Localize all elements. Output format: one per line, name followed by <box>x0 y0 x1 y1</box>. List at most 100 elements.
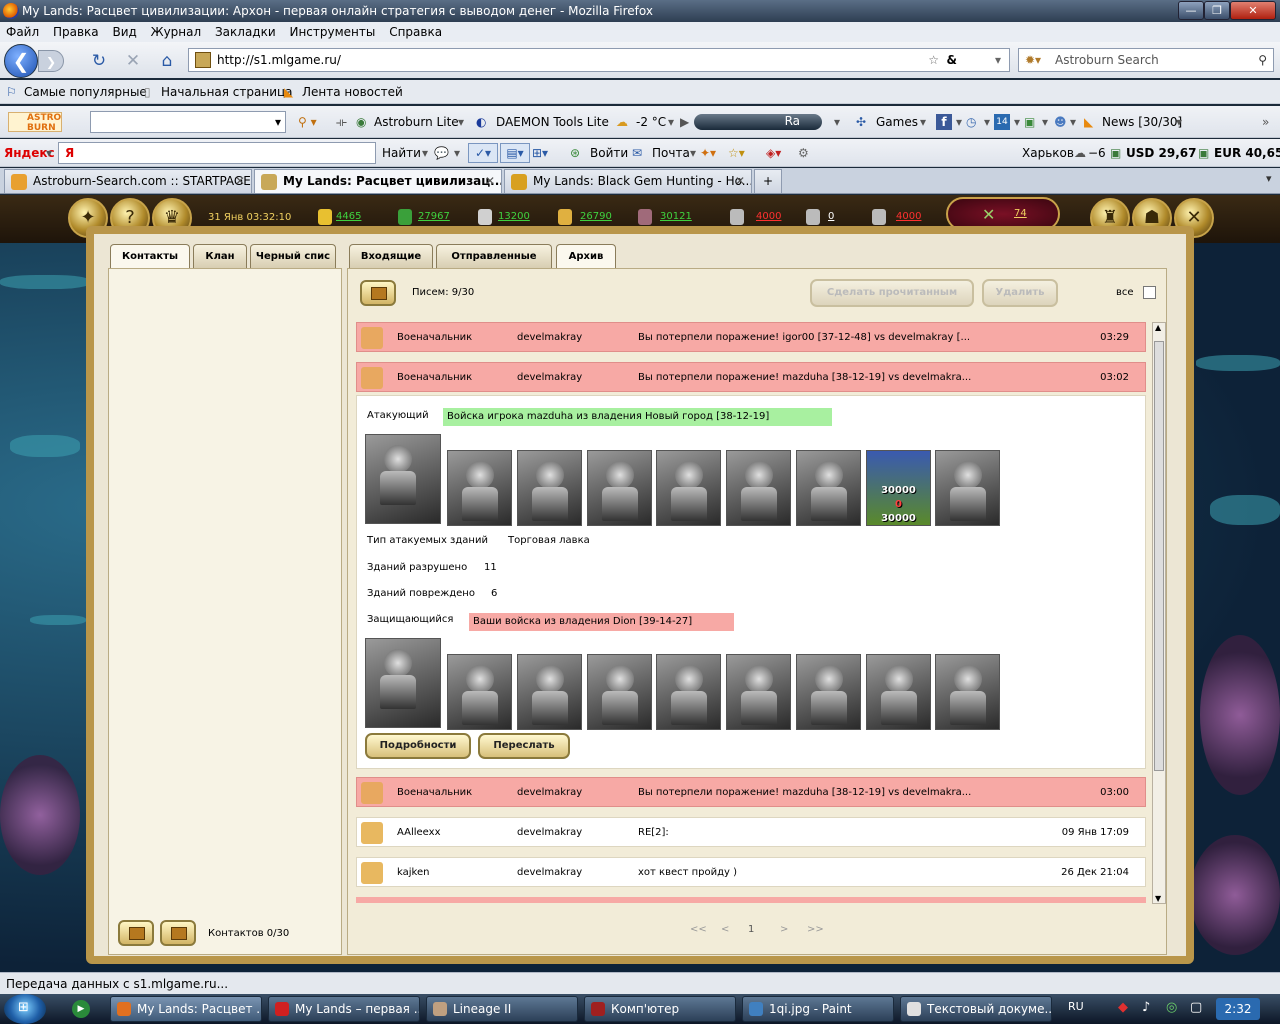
tray-network-icon[interactable]: ◆ <box>1118 1000 1128 1015</box>
toolbar-overflow-icon[interactable]: » <box>1262 106 1269 138</box>
attacker-unit[interactable] <box>726 450 791 526</box>
archive-chest-button[interactable] <box>360 280 396 306</box>
message-row[interactable]: Военачальник develmakray Вы потерпели по… <box>356 322 1165 352</box>
defender-unit[interactable] <box>935 654 1000 730</box>
tab-black-gem[interactable]: My Lands: Black Gem Hunting - Ho... ✕ <box>504 169 752 193</box>
chat-dropdown-icon[interactable]: ▾ <box>454 139 460 167</box>
message-row[interactable]: kajken develmakray хот квест пройду ) 26… <box>356 857 1165 887</box>
news-button[interactable]: News [30/30] <box>1102 106 1182 138</box>
minimize-button[interactable]: — <box>1178 1 1204 20</box>
taskbar-item-computer[interactable]: Комп'ютер <box>584 996 736 1022</box>
clock-icon[interactable]: ◷ <box>966 106 976 138</box>
widget-icon[interactable]: ◈▾ <box>766 139 781 167</box>
clock-dropdown-icon[interactable]: ▾ <box>984 106 990 138</box>
bookmark-popular[interactable]: Самые популярные <box>24 80 147 104</box>
tray-volume-icon[interactable]: ♪ <box>1142 1000 1150 1015</box>
news-dropdown-icon[interactable]: ▾ <box>1176 106 1182 138</box>
menu-view[interactable]: Вид <box>112 25 136 39</box>
temperature-text[interactable]: -2 °C <box>636 106 666 138</box>
favorites-star-icon[interactable]: ☆▾ <box>728 139 745 167</box>
new-tab-button[interactable]: + <box>754 169 782 193</box>
find-button[interactable]: Найти <box>382 139 421 167</box>
astroburn-logo[interactable]: ASTRO BURN <box>8 112 62 133</box>
attacker-unit[interactable] <box>587 450 652 526</box>
taskbar-item-opera[interactable]: My Lands – первая ... <box>268 996 420 1022</box>
contact-chest-button[interactable] <box>160 920 196 946</box>
eur-rate[interactable]: EUR 40,65 <box>1214 139 1280 167</box>
tab-contacts[interactable]: Контакты <box>110 244 190 270</box>
select-all-checkbox[interactable] <box>1143 286 1156 299</box>
resource-gold[interactable]: 4465 <box>336 211 361 222</box>
daemon-tools-button[interactable]: DAEMON Tools Lite <box>496 106 609 138</box>
defender-unit[interactable] <box>447 654 512 730</box>
taskbar-item-lineage[interactable]: Lineage II <box>426 996 578 1022</box>
taskbar-item-paint[interactable]: 1qi.jpg - Paint <box>742 996 894 1022</box>
scroll-down-icon[interactable]: ▼ <box>1155 894 1161 903</box>
radio-dropdown-icon[interactable]: ▾ <box>834 106 840 138</box>
start-button[interactable]: ⊞ <box>4 994 46 1024</box>
messenger-dropdown-icon[interactable]: ▾ <box>1070 106 1076 138</box>
attacker-emblem[interactable] <box>365 434 441 524</box>
radio-play-icon[interactable]: ▶ <box>680 106 689 138</box>
toolbar-search-icon[interactable]: ⚲ ▾ <box>298 106 317 138</box>
delete-button[interactable]: Удалить <box>982 279 1058 307</box>
attacker-hero-unit[interactable]: 30000 0 30000 <box>866 450 931 526</box>
usd-rate[interactable]: USD 29,67 <box>1126 139 1196 167</box>
bonus-icon[interactable]: ✦▾ <box>700 139 716 167</box>
taskbar-clock[interactable]: 2:32 <box>1216 998 1260 1020</box>
ampersand-icon[interactable]: & <box>947 49 957 71</box>
calendar-dropdown-icon[interactable]: ▾ <box>1014 106 1020 138</box>
layout-icon[interactable]: ⊞▾ <box>532 139 548 167</box>
resource-grain[interactable]: 26790 <box>580 211 612 222</box>
pager-next[interactable]: > <box>780 924 788 935</box>
taskbar-item-notepad[interactable]: Текстовый докуме... <box>900 996 1052 1022</box>
games-dropdown-icon[interactable]: ▾ <box>920 106 926 138</box>
login-button[interactable]: Войти <box>590 139 628 167</box>
attacker-unit[interactable] <box>517 450 582 526</box>
window-title-bar[interactable]: My Lands: Расцвет цивилизации: Архон - п… <box>0 0 1280 22</box>
bookmark-news-feed[interactable]: Лента новостей <box>302 80 403 104</box>
city-temperature[interactable]: −6 <box>1088 139 1106 167</box>
notes-icon[interactable]: ▣ <box>1024 106 1035 138</box>
details-button[interactable]: Подробности <box>365 733 471 759</box>
mail-scrollbar[interactable]: ▲ ▼ <box>1152 322 1166 904</box>
back-button[interactable]: ❮ <box>4 44 38 78</box>
defender-unit[interactable] <box>726 654 791 730</box>
mark-read-button[interactable]: Сделать прочитанным <box>810 279 974 307</box>
tab-list-icon[interactable]: ▾ <box>1266 172 1272 185</box>
maximize-button[interactable]: ❐ <box>1204 1 1230 20</box>
defender-emblem[interactable] <box>365 638 441 728</box>
mail-dropdown-icon[interactable]: ▾ <box>690 139 696 167</box>
message-row-expanded[interactable]: Военачальник develmakray Вы потерпели по… <box>356 362 1165 392</box>
facebook-icon[interactable]: f <box>936 114 952 130</box>
close-window-button[interactable]: ✕ <box>1230 1 1276 20</box>
tab-inbox[interactable]: Входящие <box>349 244 433 268</box>
menu-tools[interactable]: Инструменты <box>289 25 375 39</box>
tab-close-icon[interactable]: ✕ <box>235 170 245 192</box>
attacker-unit[interactable] <box>796 450 861 526</box>
pager-last[interactable]: >> <box>807 924 824 935</box>
search-input[interactable]: ✹▾ Astroburn Search ⚲ <box>1018 48 1274 72</box>
yandex-search-input[interactable]: Я <box>58 142 376 164</box>
bookmark-star-icon[interactable]: ☆ <box>928 49 939 71</box>
city-name[interactable]: Харьков <box>1022 139 1074 167</box>
facebook-dropdown-icon[interactable]: ▾ <box>956 106 962 138</box>
radio-bar[interactable]: Ra <box>694 114 822 130</box>
pager-current[interactable]: 1 <box>748 924 754 935</box>
url-dropdown-icon[interactable]: ▾ <box>995 49 1001 71</box>
scroll-up-icon[interactable]: ▲ <box>1155 323 1161 332</box>
menu-history[interactable]: Журнал <box>151 25 202 39</box>
home-icon[interactable]: ⌂ <box>156 50 178 72</box>
forward-button[interactable]: Переслать <box>478 733 570 759</box>
spellcheck-icon[interactable]: ✓▾ <box>468 143 498 163</box>
find-dropdown-icon[interactable]: ▾ <box>422 139 428 167</box>
tab-sent[interactable]: Отправленные <box>436 244 552 268</box>
add-contact-button[interactable] <box>118 920 154 946</box>
astroburn-dropdown-icon[interactable]: ▾ <box>458 106 464 138</box>
pager-first[interactable]: << <box>690 924 707 935</box>
astroburn-lite-button[interactable]: Astroburn Lite <box>374 106 459 138</box>
attacker-unit[interactable] <box>447 450 512 526</box>
tab-archive[interactable]: Архив <box>556 244 616 270</box>
notes-dropdown-icon[interactable]: ▾ <box>1042 106 1048 138</box>
translate-icon[interactable]: ▤▾ <box>500 143 530 163</box>
